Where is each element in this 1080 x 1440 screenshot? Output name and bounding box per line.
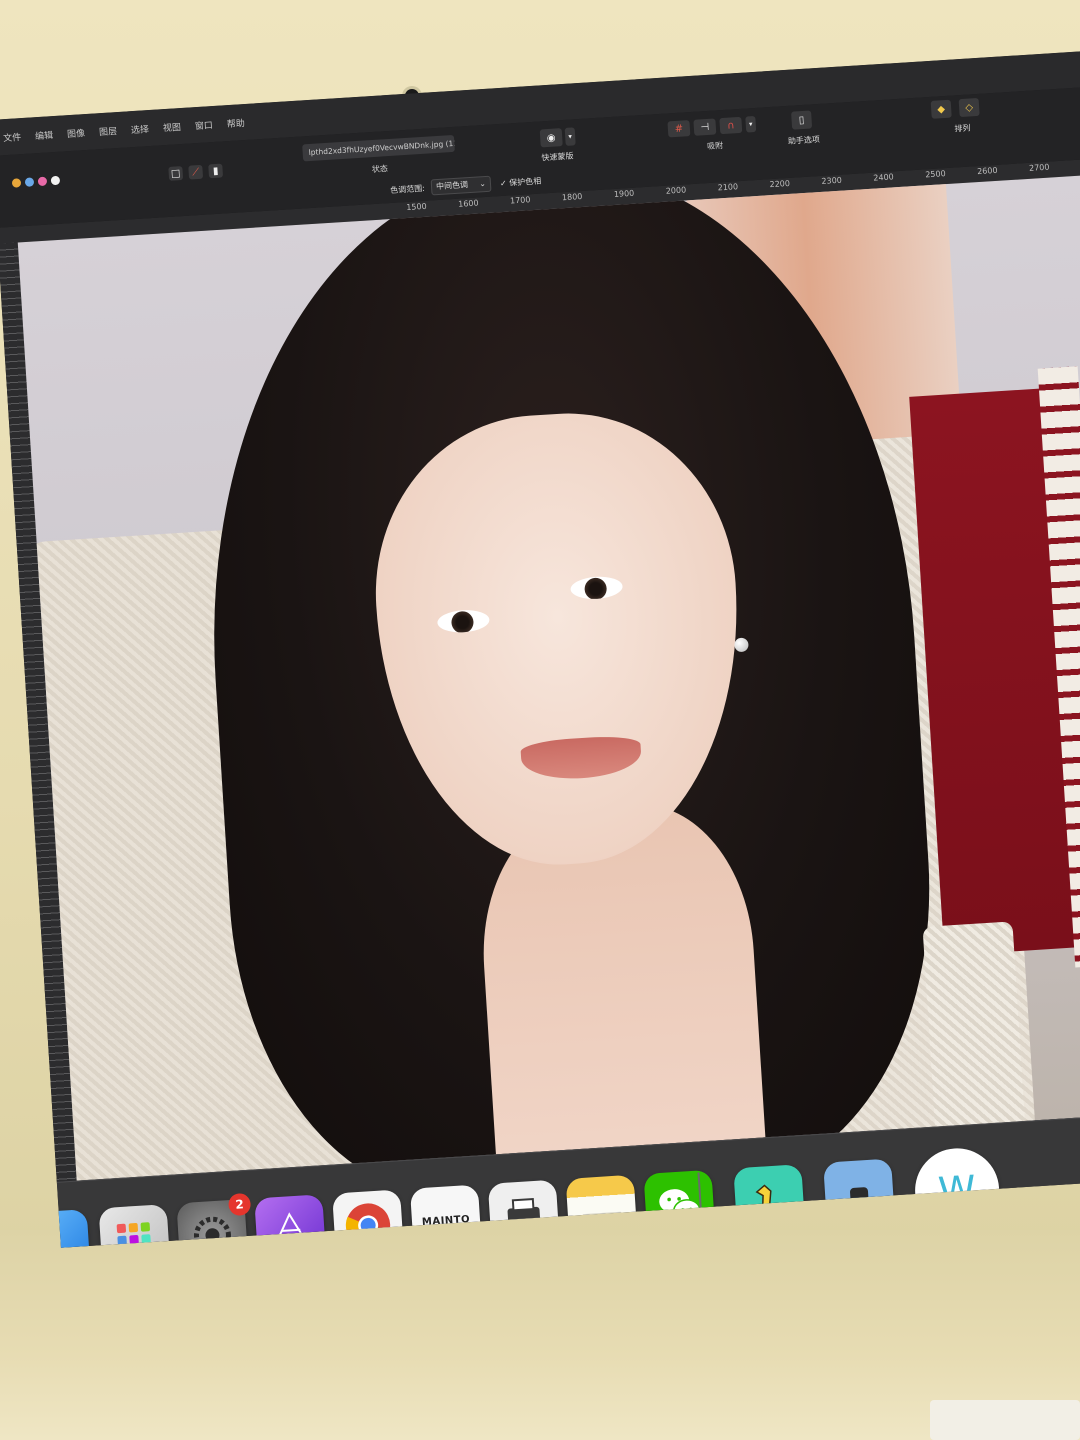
ruler-tick: 1600	[457, 198, 479, 209]
screen: 文件 编辑 图像 图层 选择 视图 窗口 帮助 □ ⟋ ▮ lpthd2xd3f…	[0, 50, 1080, 1248]
status-label: 状态	[371, 164, 389, 175]
magnet-icon[interactable]: ∩	[719, 116, 743, 135]
menu-item[interactable]: 编辑	[35, 128, 54, 142]
monitor-chin	[0, 1230, 1080, 1440]
notification-badge: 2	[227, 1192, 252, 1217]
quick-mask-label: 快速蒙版	[541, 151, 574, 163]
color-range-label: 色调范围:	[389, 183, 426, 196]
assistant-label: 助手选项	[787, 134, 821, 146]
menu-item[interactable]: 图像	[67, 126, 86, 140]
square-icon[interactable]: □	[168, 166, 184, 181]
launchpad-icon[interactable]	[98, 1204, 171, 1248]
ruler-tick: 2400	[873, 172, 894, 183]
color-range-select[interactable]: 中间色调 ⌄	[430, 175, 492, 196]
chevron-down-icon[interactable]: ▾	[745, 115, 757, 133]
persona-icon[interactable]	[11, 178, 22, 188]
ruler-tick: 2600	[976, 165, 998, 177]
persona-icon[interactable]	[37, 176, 48, 187]
menu-item[interactable]: 窗口	[194, 118, 214, 132]
ruler-tick: 2000	[665, 185, 687, 196]
knit-top-strap	[922, 921, 1027, 1147]
ruler-tick: 1900	[613, 188, 635, 199]
document-tab[interactable]: lpthd2xd3fhUzyef0VecvwBNDnk.jpg (119 ×	[302, 134, 455, 162]
document-tab-title: lpthd2xd3fhUzyef0VecvwBNDnk.jpg (119	[308, 138, 455, 158]
ruler-tick: 2500	[925, 169, 946, 180]
photo-canvas[interactable]	[17, 174, 1080, 1181]
chevron-down-icon: ⌄	[478, 178, 487, 189]
ruler-tick: 2700	[1028, 162, 1050, 173]
ruler-tick: 1700	[509, 195, 531, 206]
ruler-tick: 1500	[406, 201, 427, 213]
menu-item[interactable]: 帮助	[226, 116, 246, 130]
sticky-note	[930, 1400, 1080, 1440]
frame-icon[interactable]: ▮	[208, 163, 224, 179]
menu-item[interactable]: 图层	[99, 124, 118, 138]
menu-item[interactable]: 视图	[162, 120, 182, 134]
ruler-tick: 2200	[769, 178, 791, 190]
grid-icon[interactable]: #	[667, 120, 691, 138]
assistant-icon[interactable]: ▯	[791, 110, 813, 130]
arrange-label: 排列	[954, 123, 971, 134]
ruler-tick: 2300	[821, 175, 843, 186]
persona-icon[interactable]	[50, 175, 61, 186]
arrange-back-icon[interactable]: ◇	[958, 97, 980, 118]
ruler-tick: 2100	[717, 182, 739, 193]
color-range-value: 中间色调	[435, 180, 469, 192]
menu-item[interactable]: 选择	[131, 122, 150, 136]
protect-hue-checkbox[interactable]: ✓ 保护色相	[500, 176, 542, 190]
snap-label: 吸附	[706, 141, 724, 152]
persona-icons[interactable]	[11, 175, 61, 188]
chevron-down-icon[interactable]: ▾	[564, 127, 576, 146]
align-icon[interactable]: ⊣	[693, 118, 717, 136]
arrange-icon[interactable]: ◆	[930, 99, 952, 119]
persona-icon[interactable]	[24, 177, 35, 187]
menu-item[interactable]: 文件	[3, 130, 22, 144]
slash-icon[interactable]: ⟋	[188, 164, 204, 180]
quick-mask-icon[interactable]: ◉	[539, 128, 563, 148]
ruler-tick: 1800	[561, 191, 583, 203]
